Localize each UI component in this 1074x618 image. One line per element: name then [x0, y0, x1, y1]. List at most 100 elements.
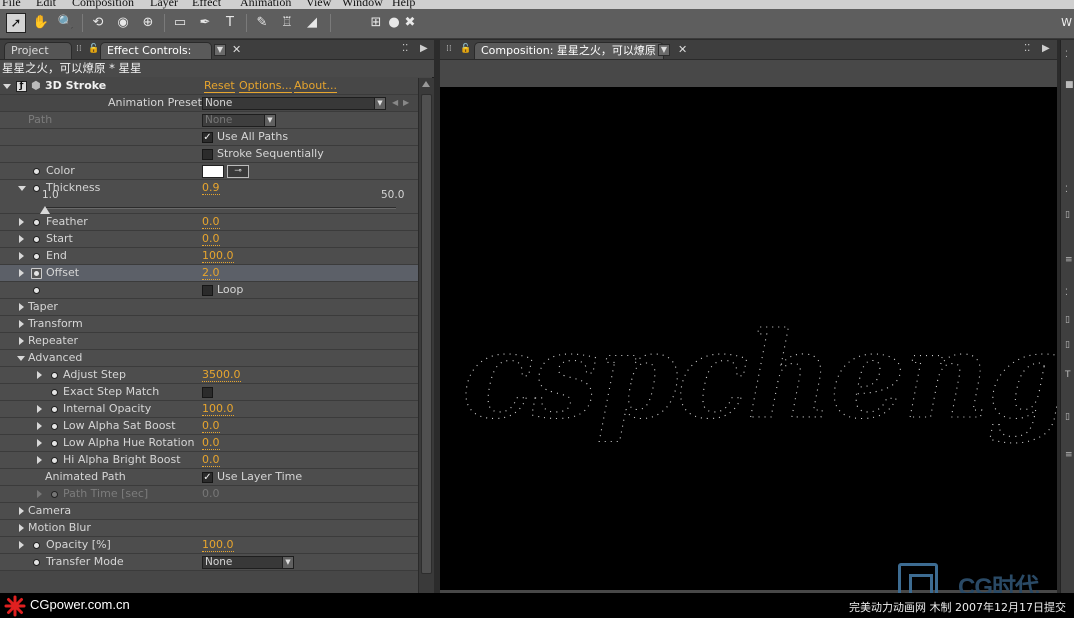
- expand-triangle-icon[interactable]: [19, 218, 24, 226]
- lock-icon[interactable]: 🔓: [88, 44, 99, 55]
- next-preset-icon[interactable]: ▶: [403, 98, 409, 107]
- internal-opacity-value[interactable]: 100.0: [202, 402, 234, 416]
- expand-triangle-icon[interactable]: [19, 252, 24, 260]
- panel-menu-icon[interactable]: ▶: [420, 43, 428, 54]
- menu-edit[interactable]: Edit: [36, 0, 56, 9]
- stopwatch-icon[interactable]: [51, 457, 58, 464]
- stopwatch-icon[interactable]: [33, 236, 40, 243]
- panel-button-icon[interactable]: ▯: [1065, 210, 1070, 220]
- rectangle-mask-icon[interactable]: ▭: [170, 13, 190, 33]
- stopwatch-icon[interactable]: [33, 559, 40, 566]
- use-layer-time-checkbox[interactable]: ✓: [202, 472, 213, 483]
- thickness-value[interactable]: 0.9: [202, 181, 220, 195]
- panel-grip-icon[interactable]: ⁚⁚: [402, 43, 408, 54]
- stopwatch-icon[interactable]: [51, 423, 58, 430]
- panel-grip-icon[interactable]: ⁚: [1065, 50, 1068, 60]
- close-icon[interactable]: ✕: [678, 43, 687, 56]
- transform-group-row[interactable]: Transform: [0, 316, 418, 333]
- composition-viewer[interactable]: cspcheng: [440, 87, 1057, 590]
- zoom-icon[interactable]: 🔍: [56, 13, 76, 33]
- stopwatch-icon[interactable]: [33, 185, 40, 192]
- transfer-mode-dropdown[interactable]: None ▼: [202, 556, 294, 569]
- menu-window[interactable]: Window: [342, 0, 383, 9]
- menu-view[interactable]: View: [306, 0, 331, 9]
- stopwatch-icon[interactable]: [51, 406, 58, 413]
- expand-triangle-icon[interactable]: [19, 269, 24, 277]
- expand-triangle-icon[interactable]: [37, 371, 42, 379]
- eraser-icon[interactable]: ◢: [302, 13, 322, 33]
- hi-alpha-bright-boost-value[interactable]: 0.0: [202, 453, 220, 467]
- expand-triangle-icon[interactable]: [37, 456, 42, 464]
- taper-group-row[interactable]: Taper: [0, 299, 418, 316]
- tab-composition[interactable]: Composition: 星星之火，可以燎原: [474, 42, 664, 59]
- use-all-paths-checkbox[interactable]: ✓: [202, 132, 213, 143]
- motion-blur-group-row[interactable]: Motion Blur: [0, 520, 418, 537]
- feather-value[interactable]: 0.0: [202, 215, 220, 229]
- stopwatch-active-icon[interactable]: [31, 268, 42, 279]
- options-link[interactable]: Options...: [239, 79, 292, 93]
- panel-button-icon[interactable]: ▯: [1065, 340, 1070, 350]
- start-value[interactable]: 0.0: [202, 232, 220, 246]
- stopwatch-icon[interactable]: [51, 372, 58, 379]
- stopwatch-icon[interactable]: [33, 219, 40, 226]
- menu-file[interactable]: File: [2, 0, 21, 9]
- expand-triangle-icon[interactable]: [19, 541, 24, 549]
- fx-toggle-icon[interactable]: ƒ: [16, 81, 27, 92]
- animation-presets-dropdown[interactable]: None ▼: [202, 97, 386, 110]
- scroll-up-icon[interactable]: [422, 81, 430, 87]
- about-link[interactable]: About...: [294, 79, 338, 93]
- collapse-triangle-icon[interactable]: [18, 186, 26, 191]
- stopwatch-icon[interactable]: [33, 542, 40, 549]
- lock-icon[interactable]: 🔓: [460, 44, 471, 55]
- panel-button-icon[interactable]: ▯: [1065, 412, 1070, 422]
- expand-triangle-icon[interactable]: [19, 320, 24, 328]
- panel-grip-icon[interactable]: ⁚: [1065, 185, 1068, 195]
- stopwatch-icon[interactable]: [33, 168, 40, 175]
- tab-dropdown-icon[interactable]: ▼: [214, 44, 226, 56]
- stopwatch-icon[interactable]: [33, 287, 40, 294]
- menu-composition[interactable]: Composition: [72, 0, 134, 9]
- clone-stamp-icon[interactable]: ♖: [277, 13, 297, 33]
- axis-icon[interactable]: ⊞: [366, 13, 386, 33]
- text-icon[interactable]: T: [220, 13, 240, 33]
- tab-dropdown-icon[interactable]: ▼: [658, 44, 670, 56]
- prev-preset-icon[interactable]: ◀: [392, 98, 398, 107]
- opacity-value[interactable]: 100.0: [202, 538, 234, 552]
- end-value[interactable]: 100.0: [202, 249, 234, 263]
- close-small-icon[interactable]: ✖: [400, 13, 420, 33]
- menu-layer[interactable]: Layer: [150, 0, 178, 9]
- menu-help[interactable]: Help: [392, 0, 415, 9]
- stopwatch-icon[interactable]: [33, 253, 40, 260]
- expand-triangle-icon[interactable]: [37, 490, 42, 498]
- menu-animation[interactable]: Animation: [240, 0, 291, 9]
- expand-triangle-icon[interactable]: [37, 422, 42, 430]
- close-icon[interactable]: ✕: [232, 43, 241, 56]
- text-icon[interactable]: T: [1065, 370, 1071, 380]
- panel-menu-icon[interactable]: ▶: [1042, 43, 1050, 54]
- expand-triangle-icon[interactable]: [19, 507, 24, 515]
- exact-step-match-checkbox[interactable]: [202, 387, 213, 398]
- scrollbar-thumb[interactable]: [421, 94, 432, 574]
- reset-link[interactable]: Reset: [204, 79, 235, 93]
- expand-triangle-icon[interactable]: [37, 405, 42, 413]
- loop-checkbox[interactable]: [202, 285, 213, 296]
- offset-value[interactable]: 2.0: [202, 266, 220, 280]
- hand-icon[interactable]: ✋: [31, 13, 51, 33]
- expand-triangle-icon[interactable]: [19, 337, 24, 345]
- orbit-camera-icon[interactable]: ◉: [113, 13, 133, 33]
- pan-behind-icon[interactable]: ⊕: [138, 13, 158, 33]
- path-dropdown[interactable]: None ▼: [202, 114, 276, 127]
- panel-grip-icon[interactable]: ⁚⁚: [1024, 43, 1030, 54]
- advanced-group-row[interactable]: Advanced: [0, 350, 418, 367]
- rotate-icon[interactable]: ⟲: [88, 13, 108, 33]
- tab-effect-controls[interactable]: Effect Controls: 星星: [100, 42, 212, 73]
- camera-group-row[interactable]: Camera: [0, 503, 418, 520]
- grip-icon[interactable]: ⁞⁞: [76, 44, 86, 55]
- panel-button-icon[interactable]: ▯: [1065, 315, 1070, 325]
- arrow-icon[interactable]: ➚: [6, 13, 26, 33]
- expand-triangle-icon[interactable]: [19, 524, 24, 532]
- panel-swatch-icon[interactable]: ■: [1065, 80, 1074, 90]
- stroke-sequentially-checkbox[interactable]: [202, 149, 213, 160]
- panel-grip-icon[interactable]: ⁚: [1065, 288, 1068, 298]
- stopwatch-icon[interactable]: [51, 389, 58, 396]
